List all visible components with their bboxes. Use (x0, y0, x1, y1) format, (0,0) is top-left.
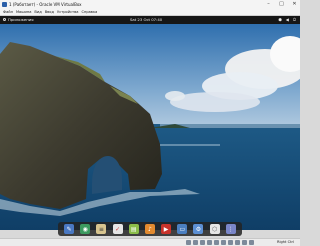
network-icon: ⬢ (278, 17, 282, 22)
tasks-icon[interactable]: ✓ (112, 224, 123, 234)
device-status-icons (186, 240, 254, 245)
activities-label: Приложения (8, 17, 34, 22)
terminal-icon[interactable]: ▤ (128, 224, 139, 234)
optical-drive-icon[interactable] (193, 240, 198, 245)
close-icon[interactable]: ✕ (291, 1, 298, 7)
volume-icon: ◀ (285, 17, 289, 22)
activities-button[interactable]: Приложения (3, 17, 33, 22)
minimize-icon[interactable]: – (265, 1, 272, 7)
desktop-wallpaper (0, 24, 300, 230)
vbox-menubar: Файл Машина Вид Ввод Устройства Справка (0, 9, 300, 16)
menu-machine[interactable]: Машина (16, 10, 31, 14)
wallpaper-image (0, 24, 300, 230)
cpu-icon[interactable] (242, 240, 247, 245)
power-icon: ⏻ (292, 17, 296, 22)
virtualbox-app-icon (2, 2, 7, 7)
window-controls: – □ ✕ (265, 1, 298, 7)
notes-icon[interactable]: ≡ (96, 224, 107, 234)
window-title: 1 (Работает) - Oracle VM VirtualBox (9, 2, 82, 7)
shared-folders-icon[interactable] (221, 240, 226, 245)
menu-input[interactable]: Ввод (45, 10, 54, 14)
usb-icon[interactable] (214, 240, 219, 245)
settings-icon[interactable]: ⚙ (193, 224, 204, 234)
gnome-top-panel: Приложения Sat 23 Oct 07:40 ⬢ ◀ ⏻ (0, 16, 300, 24)
display-icon[interactable] (228, 240, 233, 245)
maximize-icon[interactable]: □ (278, 1, 285, 7)
vbox-titlebar: 1 (Работает) - Oracle VM VirtualBox – □ … (0, 0, 300, 9)
music-icon[interactable]: ♪ (144, 224, 155, 234)
menu-view[interactable]: Вид (34, 10, 41, 14)
dock: ✎ ◉ ≡ ✓ ▤ ♪ ▶ ▭ ⚙ ⬡ ⋮ (58, 222, 242, 236)
vbox-statusbar: Right Ctrl (0, 238, 300, 246)
host-key-label: Right Ctrl (276, 240, 294, 244)
software-icon[interactable]: ⬡ (209, 224, 220, 234)
video-icon[interactable]: ▶ (161, 224, 172, 234)
mouse-integration-icon[interactable] (249, 240, 254, 245)
menu-devices[interactable]: Устройства (57, 10, 78, 14)
audio-icon[interactable] (200, 240, 205, 245)
menu-file[interactable]: Файл (3, 10, 13, 14)
browser-icon[interactable]: ◉ (80, 224, 91, 234)
apps-icon (3, 18, 6, 21)
system-tray[interactable]: ⬢ ◀ ⏻ (278, 17, 296, 22)
menu-help[interactable]: Справка (81, 10, 97, 14)
files-icon[interactable]: ▭ (177, 224, 188, 234)
apps-grid-icon[interactable]: ⋮ (225, 224, 236, 234)
hdd-icon[interactable] (186, 240, 191, 245)
drawing-app-icon[interactable]: ✎ (64, 224, 75, 234)
clock[interactable]: Sat 23 Oct 07:40 (130, 17, 162, 22)
network-adapter-icon[interactable] (207, 240, 212, 245)
recording-icon[interactable] (235, 240, 240, 245)
